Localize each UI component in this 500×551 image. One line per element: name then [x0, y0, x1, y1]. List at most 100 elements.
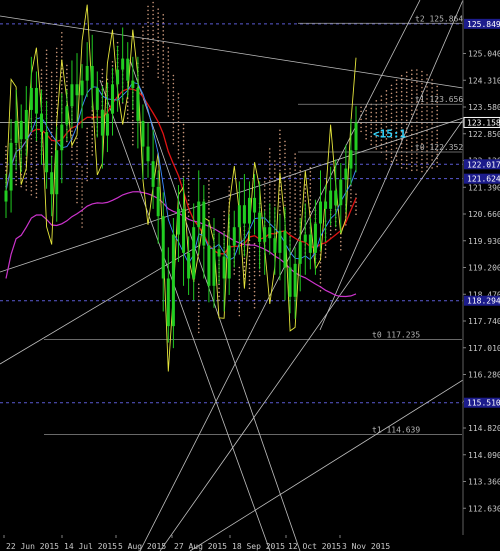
candle-body [247, 197, 251, 224]
cloud-dot [299, 202, 302, 204]
cloud-dot [76, 137, 78, 140]
cloud-dot [289, 220, 291, 222]
cloud-dot [152, 53, 154, 56]
cloud-dot [410, 157, 413, 160]
kijun-blue-line [5, 81, 357, 265]
y-tick-label: 119.200 [468, 264, 500, 273]
cloud-dot [50, 71, 53, 74]
cloud-dot [365, 137, 367, 140]
cloud-dot [350, 188, 352, 191]
cloud-dot [365, 125, 367, 128]
cloud-dot [410, 141, 413, 144]
cloud-dot [228, 186, 230, 188]
cloud-dot [187, 211, 190, 213]
cloud-dot [395, 147, 398, 149]
cloud-dot [319, 265, 322, 268]
candle-body [70, 84, 74, 107]
cloud-dot [410, 73, 413, 76]
cloud-dot [410, 101, 413, 104]
cloud-dot [416, 169, 418, 171]
cloud-dot [400, 158, 403, 161]
cloud-dot [147, 49, 149, 52]
cloud-dot [142, 42, 144, 44]
cloud-dot [334, 228, 337, 231]
cloud-dot [142, 74, 144, 76]
cloud-dot [385, 158, 388, 160]
cloud-dot [284, 184, 286, 187]
cloud-dot [410, 69, 413, 72]
cloud-dot [233, 273, 236, 275]
cloud-dot [416, 157, 418, 159]
cloud-dot [268, 192, 271, 194]
cloud-dot [157, 64, 159, 66]
cloud-dot [30, 169, 33, 172]
candle-body [75, 84, 79, 96]
cloud-dot [152, 45, 154, 48]
cloud-dot [50, 103, 53, 106]
cloud-dot [279, 157, 281, 160]
cloud-dot [289, 184, 291, 186]
cloud-dot [370, 107, 373, 110]
cloud-dot [45, 77, 48, 80]
cloud-dot [20, 185, 23, 188]
cloud-dot [177, 93, 180, 95]
cloud-dot [274, 188, 276, 190]
candle-body [222, 256, 226, 279]
cloud-dot [162, 58, 165, 60]
cloud-dot [421, 158, 423, 161]
cloud-dot [35, 184, 38, 187]
cloud-dot [157, 44, 159, 46]
candle-body [100, 109, 104, 136]
cloud-dot [238, 266, 241, 269]
candle-body [288, 267, 292, 297]
cloud-dot [299, 174, 302, 176]
cloud-dot [162, 54, 165, 56]
cloud-dot [86, 167, 88, 170]
y-tick-label: 125.040 [468, 50, 500, 59]
cloud-dot [436, 89, 438, 92]
cloud-dot [35, 188, 38, 191]
cloud-dot [400, 86, 403, 89]
cloud-dot [30, 189, 33, 192]
cloud-dot [436, 161, 438, 164]
cloud-dot [421, 106, 423, 109]
target-level-label: t1 123.656 [415, 95, 463, 104]
y-tick-label: 123.580 [468, 103, 500, 112]
cloud-dot [182, 123, 185, 126]
cloud-dot [91, 142, 94, 144]
cloud-dot [162, 70, 165, 72]
cloud-dot [253, 262, 256, 265]
candle-body [105, 113, 109, 136]
cloud-dot [410, 77, 413, 80]
cloud-dot [410, 109, 413, 112]
cloud-dot [294, 229, 296, 231]
cloud-dot [50, 123, 53, 126]
cloud-dot [268, 156, 271, 158]
cloud-dot [40, 85, 43, 87]
cloud-dot [81, 218, 83, 220]
cloud-dot [162, 62, 165, 64]
cloud-dot [436, 165, 438, 168]
cloud-dot [431, 87, 433, 89]
cloud-dot [304, 192, 307, 194]
cloud-dot [243, 261, 246, 264]
cloud-dot [319, 289, 322, 292]
cloud-dot [395, 115, 398, 117]
cloud-dot [421, 126, 423, 129]
cloud-dot [253, 278, 256, 281]
candle-body [146, 146, 150, 162]
cloud-dot [284, 200, 286, 203]
cloud-dot [60, 79, 63, 82]
cloud-dot [385, 118, 388, 120]
cloud-dot [421, 74, 423, 77]
cloud-dot [279, 205, 281, 208]
cloud-dot [248, 271, 251, 274]
candle-body [212, 249, 216, 286]
cloud-dot [380, 111, 383, 113]
cloud-dot [172, 138, 175, 141]
cloud-dot [279, 169, 281, 172]
cloud-dot [289, 232, 291, 234]
candle-body [80, 80, 84, 96]
cloud-dot [152, 25, 154, 28]
cloud-dot [421, 170, 423, 173]
